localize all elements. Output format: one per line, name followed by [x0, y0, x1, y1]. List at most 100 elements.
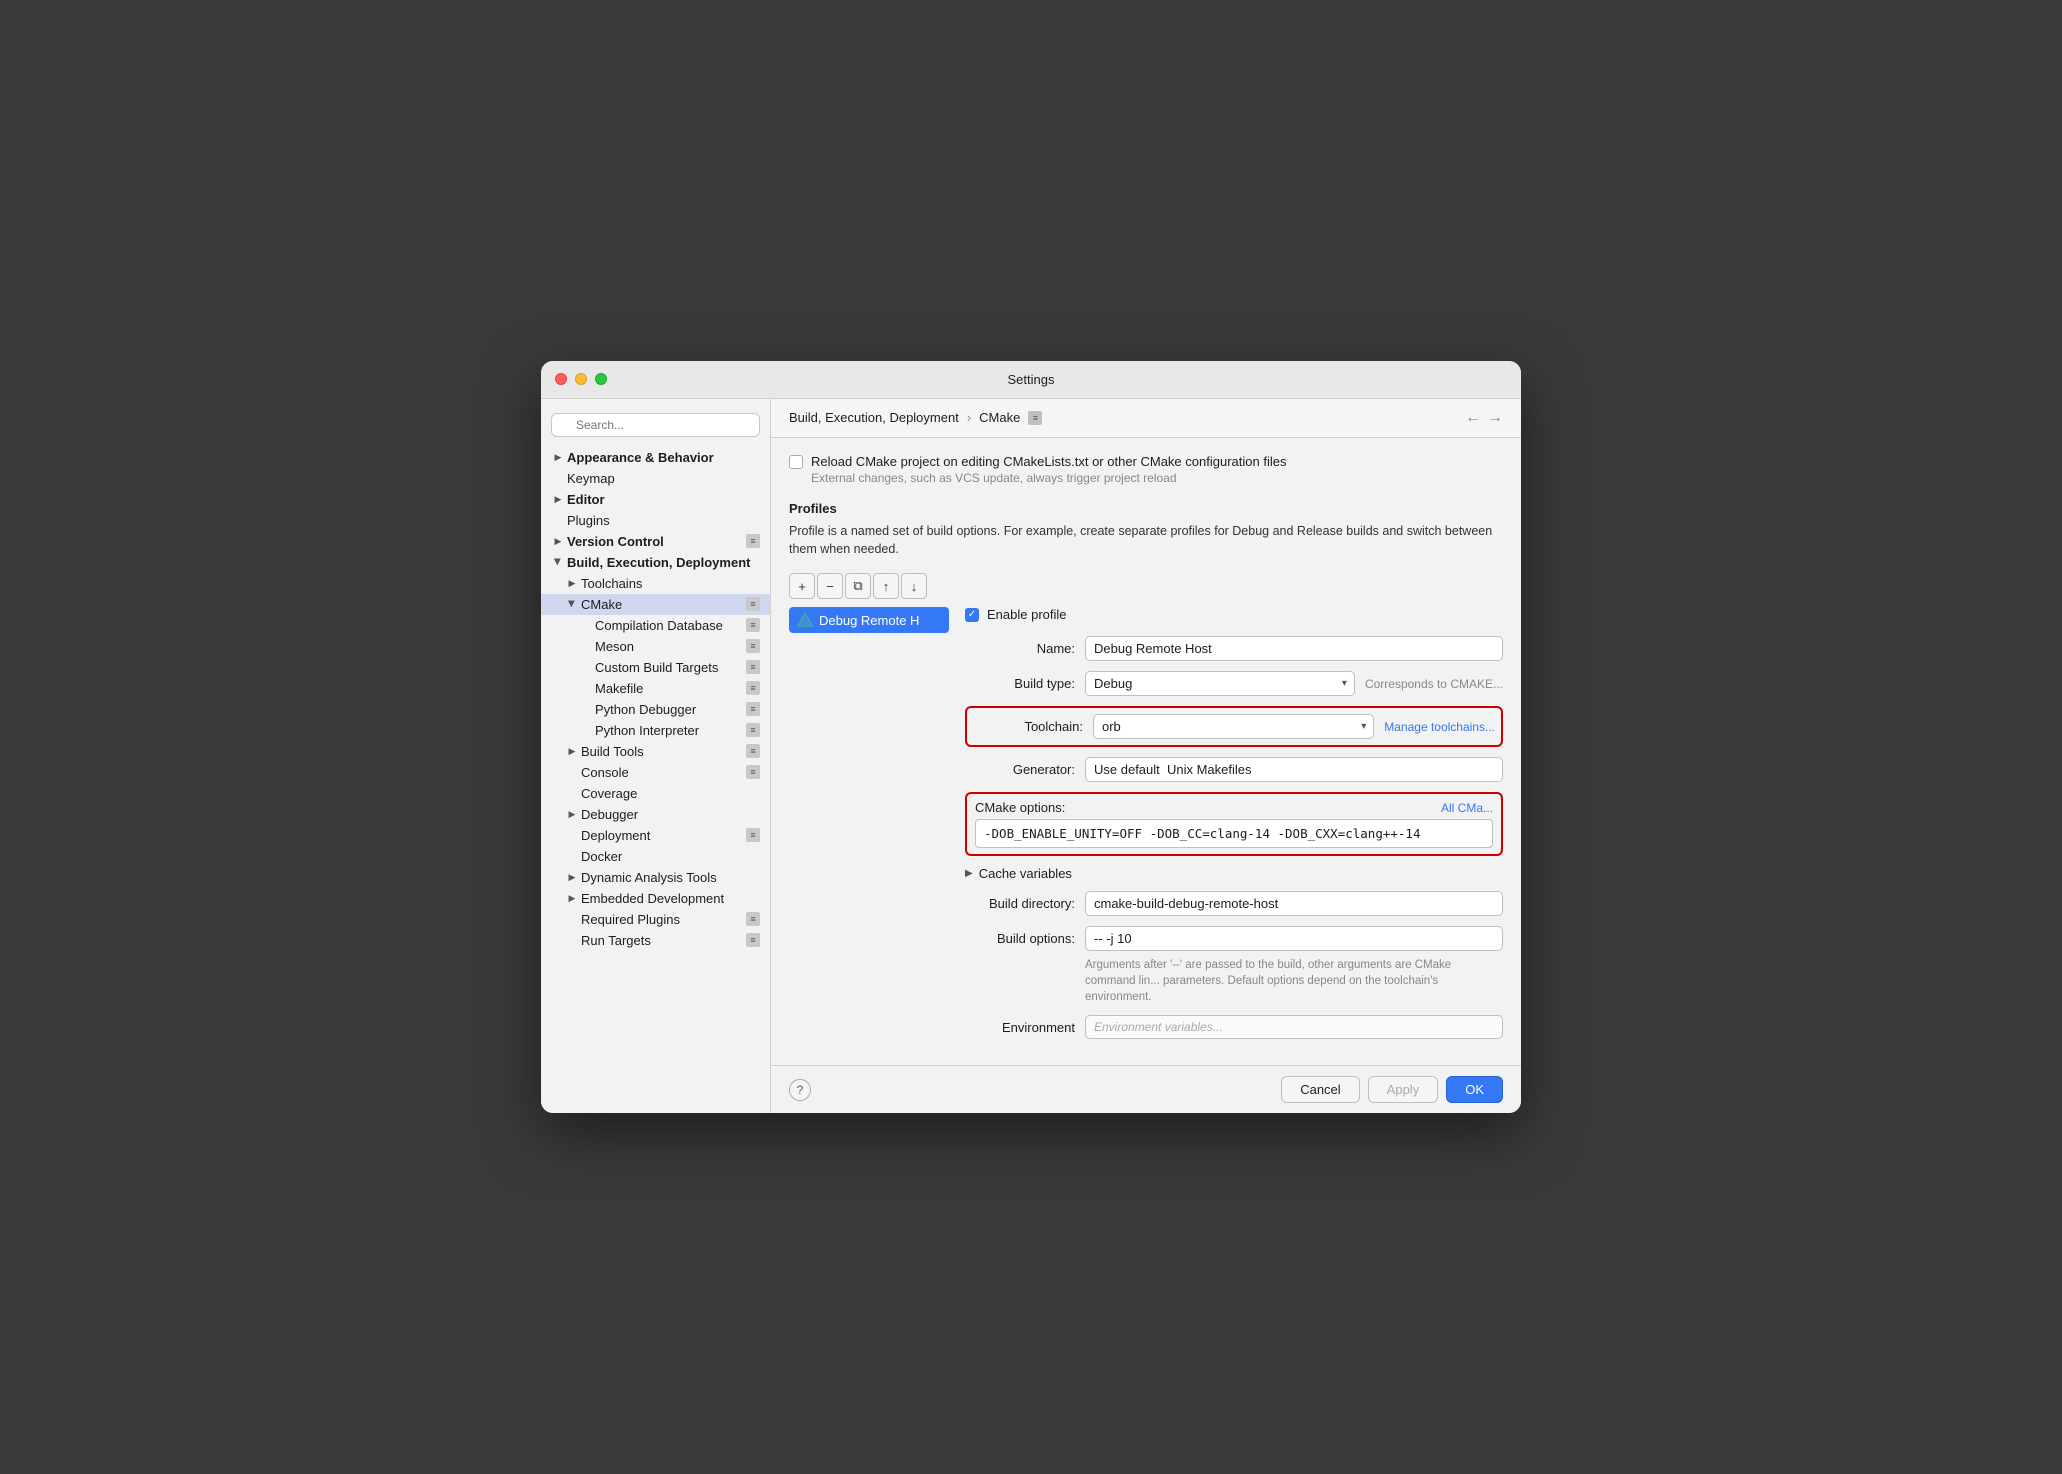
sidebar-item-label: CMake: [581, 597, 746, 612]
sidebar-item-appearance[interactable]: ▶ Appearance & Behavior: [541, 447, 770, 468]
spacer: [565, 786, 579, 800]
sidebar-item-console[interactable]: Console ≡: [541, 762, 770, 783]
badge-icon: ≡: [746, 933, 760, 947]
sidebar-item-python-interpreter[interactable]: Python Interpreter ≡: [541, 720, 770, 741]
sidebar-item-makefile[interactable]: Makefile ≡: [541, 678, 770, 699]
badge-icon: ≡: [746, 618, 760, 632]
generator-input[interactable]: [1085, 757, 1503, 782]
sidebar-item-debugger[interactable]: ▶ Debugger: [541, 804, 770, 825]
spacer: [579, 660, 593, 674]
badge-icon: ≡: [746, 702, 760, 716]
badge-icon: ≡: [746, 660, 760, 674]
sidebar-item-build-tools[interactable]: ▶ Build Tools ≡: [541, 741, 770, 762]
badge-icon: ≡: [746, 723, 760, 737]
badge-icon: ≡: [746, 681, 760, 695]
breadcrumb-bar: Build, Execution, Deployment › CMake ≡ ←…: [771, 399, 1521, 438]
sidebar-item-custom-build[interactable]: Custom Build Targets ≡: [541, 657, 770, 678]
cmake-icon: [797, 612, 813, 628]
sidebar-item-label: Required Plugins: [581, 912, 746, 927]
sidebar-item-cmake[interactable]: ▶ CMake ≡: [541, 594, 770, 615]
reload-checkbox[interactable]: [789, 455, 803, 469]
sidebar-item-docker[interactable]: Docker: [541, 846, 770, 867]
sidebar-item-keymap[interactable]: Keymap: [541, 468, 770, 489]
bottom-bar: ? Cancel Apply OK: [771, 1065, 1521, 1113]
breadcrumb-parent[interactable]: Build, Execution, Deployment: [789, 410, 959, 425]
sidebar-item-label: Docker: [581, 849, 760, 864]
titlebar: Settings: [541, 361, 1521, 399]
sidebar-item-run-targets[interactable]: Run Targets ≡: [541, 930, 770, 951]
sidebar-item-label: Build Tools: [581, 744, 746, 759]
badge-icon: ≡: [746, 534, 760, 548]
sidebar-item-dynamic-analysis[interactable]: ▶ Dynamic Analysis Tools: [541, 867, 770, 888]
sidebar-item-build-exec-deploy[interactable]: ▶ Build, Execution, Deployment: [541, 552, 770, 573]
cancel-button[interactable]: Cancel: [1281, 1076, 1359, 1103]
sidebar-item-required-plugins[interactable]: Required Plugins ≡: [541, 909, 770, 930]
apply-button[interactable]: Apply: [1368, 1076, 1439, 1103]
add-profile-button[interactable]: +: [789, 573, 815, 599]
badge-icon: ≡: [746, 639, 760, 653]
cache-vars-row[interactable]: ▶ Cache variables: [965, 866, 1503, 881]
sidebar-item-python-debugger[interactable]: Python Debugger ≡: [541, 699, 770, 720]
profiles-section-desc: Profile is a named set of build options.…: [789, 522, 1503, 560]
reload-checkbox-text-group: Reload CMake project on editing CMakeLis…: [811, 454, 1286, 485]
minimize-button[interactable]: [575, 373, 587, 385]
build-dir-label: Build directory:: [965, 896, 1075, 911]
name-label: Name:: [965, 641, 1075, 656]
env-label: Environment: [965, 1020, 1075, 1035]
breadcrumb-current: CMake: [979, 410, 1020, 425]
name-input[interactable]: [1085, 636, 1503, 661]
sidebar-item-coverage[interactable]: Coverage: [541, 783, 770, 804]
search-input[interactable]: [551, 413, 760, 437]
sidebar-item-label: Python Debugger: [595, 702, 746, 717]
arrow-icon: ▶: [551, 450, 565, 464]
manage-toolchains-link[interactable]: Manage toolchains...: [1384, 720, 1495, 734]
sidebar-item-plugins[interactable]: Plugins: [541, 510, 770, 531]
build-dir-input[interactable]: [1085, 891, 1503, 916]
copy-profile-button[interactable]: ⧉: [845, 573, 871, 599]
spacer: [579, 618, 593, 632]
sidebar-item-version-control[interactable]: ▶ Version Control ≡: [541, 531, 770, 552]
build-type-select[interactable]: Debug Release RelWithDebInfo MinSizeRel: [1085, 671, 1355, 696]
move-up-button[interactable]: ↑: [873, 573, 899, 599]
arrow-icon: ▶: [551, 534, 565, 548]
profile-item-debug-remote[interactable]: Debug Remote H: [789, 607, 949, 633]
nav-back-button[interactable]: ←: [1465, 409, 1481, 427]
env-hint[interactable]: Environment variables...: [1085, 1015, 1503, 1039]
maximize-button[interactable]: [595, 373, 607, 385]
sidebar-item-toolchains[interactable]: ▶ Toolchains: [541, 573, 770, 594]
sidebar: 🔍 ▶ Appearance & Behavior Keymap ▶ Edito…: [541, 399, 771, 1114]
sidebar-item-label: Run Targets: [581, 933, 746, 948]
enable-profile-checkbox[interactable]: ✓: [965, 608, 979, 622]
build-dir-row: Build directory:: [965, 891, 1503, 916]
sidebar-item-label: Editor: [567, 492, 760, 507]
badge-icon: ≡: [746, 744, 760, 758]
sidebar-item-deployment[interactable]: Deployment ≡: [541, 825, 770, 846]
sidebar-item-embedded-dev[interactable]: ▶ Embedded Development: [541, 888, 770, 909]
nav-forward-button[interactable]: →: [1487, 409, 1503, 427]
close-button[interactable]: [555, 373, 567, 385]
cmake-options-input[interactable]: [975, 819, 1493, 848]
main-panel: Build, Execution, Deployment › CMake ≡ ←…: [771, 399, 1521, 1114]
help-button[interactable]: ?: [789, 1079, 811, 1101]
build-type-select-wrap: Debug Release RelWithDebInfo MinSizeRel …: [1085, 671, 1355, 696]
search-wrapper: 🔍: [551, 413, 760, 437]
arrow-icon: ▶: [565, 744, 579, 758]
profile-details: ✓ Enable profile Name: Build type:: [965, 607, 1503, 1049]
arrow-icon: ▶: [565, 870, 579, 884]
arrow-icon: ▶: [565, 807, 579, 821]
sidebar-item-label: Makefile: [595, 681, 746, 696]
settings-window: Settings 🔍 ▶ Appearance & Behavior Keyma…: [541, 361, 1521, 1114]
sidebar-item-compilation-db[interactable]: Compilation Database ≡: [541, 615, 770, 636]
all-cmake-link[interactable]: All CMa...: [1441, 801, 1493, 815]
build-options-input[interactable]: [1085, 926, 1503, 951]
move-down-button[interactable]: ↓: [901, 573, 927, 599]
spacer: [565, 765, 579, 779]
ok-button[interactable]: OK: [1446, 1076, 1503, 1103]
cache-vars-arrow-icon: ▶: [965, 868, 973, 879]
toolchain-select[interactable]: orb: [1093, 714, 1374, 739]
build-type-hint: Corresponds to CMAKE...: [1365, 677, 1503, 691]
sidebar-item-meson[interactable]: Meson ≡: [541, 636, 770, 657]
sidebar-item-label: Build, Execution, Deployment: [567, 555, 760, 570]
remove-profile-button[interactable]: −: [817, 573, 843, 599]
sidebar-item-editor[interactable]: ▶ Editor: [541, 489, 770, 510]
